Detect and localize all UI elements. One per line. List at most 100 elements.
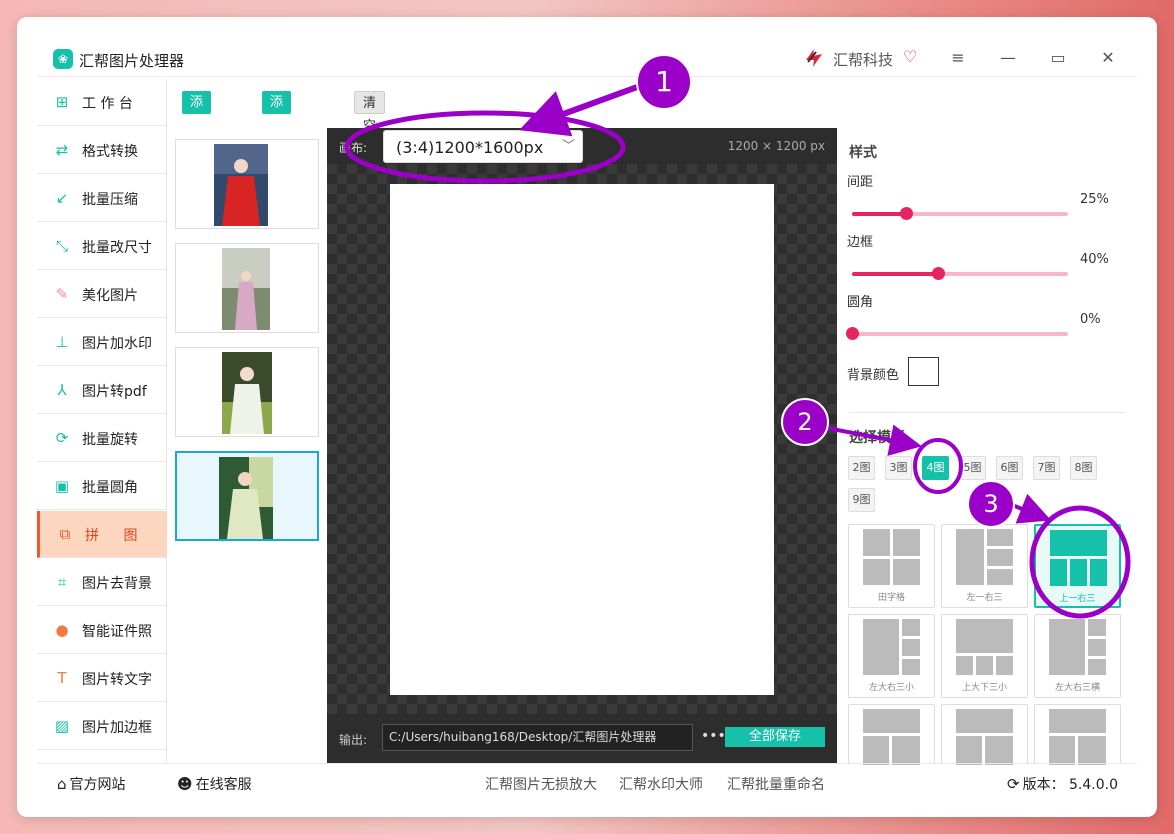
template-count-button[interactable]: 6图	[996, 456, 1023, 480]
save-all-button[interactable]: 全部保存	[725, 727, 825, 747]
divider	[849, 412, 1125, 413]
layout-caption: 左大右三小	[868, 683, 914, 693]
text-icon: T	[57, 669, 67, 687]
layout-block	[893, 529, 920, 556]
sidebar-item[interactable]: ⌗ 图片去背景	[37, 559, 167, 606]
spacing-value: 25%	[1080, 192, 1109, 207]
layout-preview-icon	[863, 709, 920, 765]
sidebar-item[interactable]: ⅄ 图片转pdf	[37, 367, 167, 414]
output-path-field[interactable]: C:/Users/huibang168/Desktop/汇帮图片处理器	[382, 724, 693, 751]
file-thumbnail[interactable]	[175, 347, 319, 437]
canvas-workspace	[327, 164, 837, 714]
collage-canvas[interactable]	[390, 184, 774, 695]
radius-slider[interactable]	[846, 327, 1068, 340]
radius-slider-handle[interactable]	[846, 327, 859, 340]
layout-block	[985, 736, 1013, 765]
browse-more-icon[interactable]: •••	[701, 728, 726, 744]
spacing-slider-fill	[852, 212, 906, 216]
border-slider[interactable]	[852, 267, 1068, 280]
sidebar-item[interactable]: ⟳ 批量旋转	[37, 415, 167, 462]
border-label: 边框	[847, 235, 874, 250]
layout-block	[1049, 736, 1075, 765]
spacing-slider[interactable]	[852, 207, 1068, 220]
online-service-label: 在线客服	[195, 777, 252, 793]
batch-rename-link[interactable]: 汇帮批量重命名	[727, 774, 825, 794]
chevron-down-icon: ﹀	[562, 139, 576, 154]
template-count-button[interactable]: 7图	[1033, 456, 1060, 480]
layout-template-card[interactable]: 田字格	[848, 524, 935, 608]
add-file-button[interactable]: 添加文件	[182, 91, 212, 179]
file-thumbnail[interactable]	[175, 243, 319, 333]
sidebar-item[interactable]: ⊞ 工 作 台	[37, 79, 167, 126]
sidebar-item-label: 美化图片	[82, 288, 138, 304]
sidebar-item[interactable]: ⤡ 批量改尺寸	[37, 223, 167, 270]
layout-template-card[interactable]: 左大右三横	[1034, 614, 1121, 698]
layout-block	[1050, 559, 1067, 586]
collage-icon: ⧉	[59, 525, 71, 543]
file-thumbnail-selected[interactable]	[175, 451, 319, 541]
border-slider-handle[interactable]	[932, 267, 946, 280]
clear-list-button[interactable]: 清空列表	[354, 91, 386, 180]
watermark-master-link[interactable]: 汇帮水印大师	[619, 774, 703, 794]
resize-icon: ⤡	[55, 237, 68, 255]
style-section-title: 样式	[849, 145, 877, 161]
compress-icon: ↙	[55, 189, 69, 207]
photo-thumbnail	[222, 352, 272, 434]
layout-template-card[interactable]: 左大右三小	[848, 614, 935, 698]
sidebar-item[interactable]: ⊥ 图片加水印	[37, 319, 167, 366]
layout-template-card[interactable]: 上一右三	[1034, 524, 1121, 608]
sidebar-item[interactable]: ⧉ 拼 图	[37, 511, 167, 558]
sidebar-item[interactable]: ↙ 批量压缩	[37, 175, 167, 222]
maximize-button[interactable]: ▭	[1043, 45, 1073, 71]
spacing-label: 间距	[847, 175, 874, 190]
layout-template-card[interactable]	[848, 704, 935, 765]
canvas-dimensions: 1200 × 1200 px	[727, 139, 825, 153]
template-count-button[interactable]: 8图	[1070, 456, 1097, 480]
sidebar-item-label: 格式转换	[82, 144, 138, 160]
menu-icon[interactable]: ≡	[943, 45, 973, 71]
template-count-button[interactable]: 4图	[922, 456, 949, 480]
layout-block	[1078, 736, 1106, 765]
layout-template-card[interactable]	[1034, 704, 1121, 765]
canvas-size-dropdown[interactable]: (3:4)1200*1600px ﹀	[383, 130, 583, 163]
brand-name: 汇帮科技	[833, 51, 894, 69]
sidebar-item[interactable]: ⇄ 格式转换	[37, 127, 167, 174]
template-count-button[interactable]: 3图	[885, 456, 912, 480]
sidebar-item[interactable]: ✎ 美化图片	[37, 271, 167, 318]
sidebar: ⊞ 工 作 台 ⇄ 格式转换 ↙ 批量压缩 ⤡ 批量改尺寸 ✎ 美化图片 ⊥ 图片加水印 ⅄ 图片转pdf…	[37, 79, 167, 763]
template-count-button[interactable]: 2图	[848, 456, 875, 480]
layout-block	[956, 736, 982, 765]
layout-block	[956, 619, 1013, 653]
layout-block	[956, 709, 1013, 733]
sidebar-item[interactable]: T 图片转文字	[37, 655, 167, 702]
sidebar-item-label: 智能证件照	[82, 624, 152, 640]
layout-block	[987, 549, 1013, 566]
file-thumbnail[interactable]	[175, 139, 319, 229]
official-site-link[interactable]: ⌂ 官方网站	[57, 774, 126, 794]
close-button[interactable]: ✕	[1093, 45, 1123, 71]
spacing-slider-handle[interactable]	[900, 207, 913, 220]
sidebar-item[interactable]: ● 智能证件照	[37, 607, 167, 654]
app-logo-icon: ❀	[53, 49, 73, 69]
layout-preview-icon	[956, 529, 1013, 585]
bg-color-swatch[interactable]	[908, 357, 939, 386]
preview-area: 画布: (3:4)1200*1600px ﹀ 1200 × 1200 px 输出…	[327, 128, 837, 763]
sidebar-item[interactable]: ▣ 批量圆角	[37, 463, 167, 510]
minimize-button[interactable]: —	[993, 45, 1023, 71]
sidebar-item[interactable]: ▨ 图片加边框	[37, 703, 167, 750]
template-count-button[interactable]: 5图	[959, 456, 986, 480]
template-section-title: 选择模板	[849, 430, 905, 446]
sidebar-item-label: 批量旋转	[82, 432, 138, 448]
upscale-link[interactable]: 汇帮图片无损放大	[485, 774, 597, 794]
grid-icon: ⊞	[55, 93, 69, 111]
template-count-button[interactable]: 9图	[848, 488, 875, 512]
layout-block	[902, 619, 920, 636]
radius-value: 0%	[1080, 312, 1101, 327]
layout-block	[893, 559, 920, 585]
layout-template-card[interactable]: 上大下三小	[941, 614, 1028, 698]
add-folder-button[interactable]: 添加文件夹	[262, 91, 292, 202]
layout-template-card[interactable]	[941, 704, 1028, 765]
watermark-icon: ⊥	[55, 333, 69, 351]
online-service-link[interactable]: ☻ 在线客服	[177, 774, 252, 794]
layout-template-card[interactable]: 左一右三	[941, 524, 1028, 608]
